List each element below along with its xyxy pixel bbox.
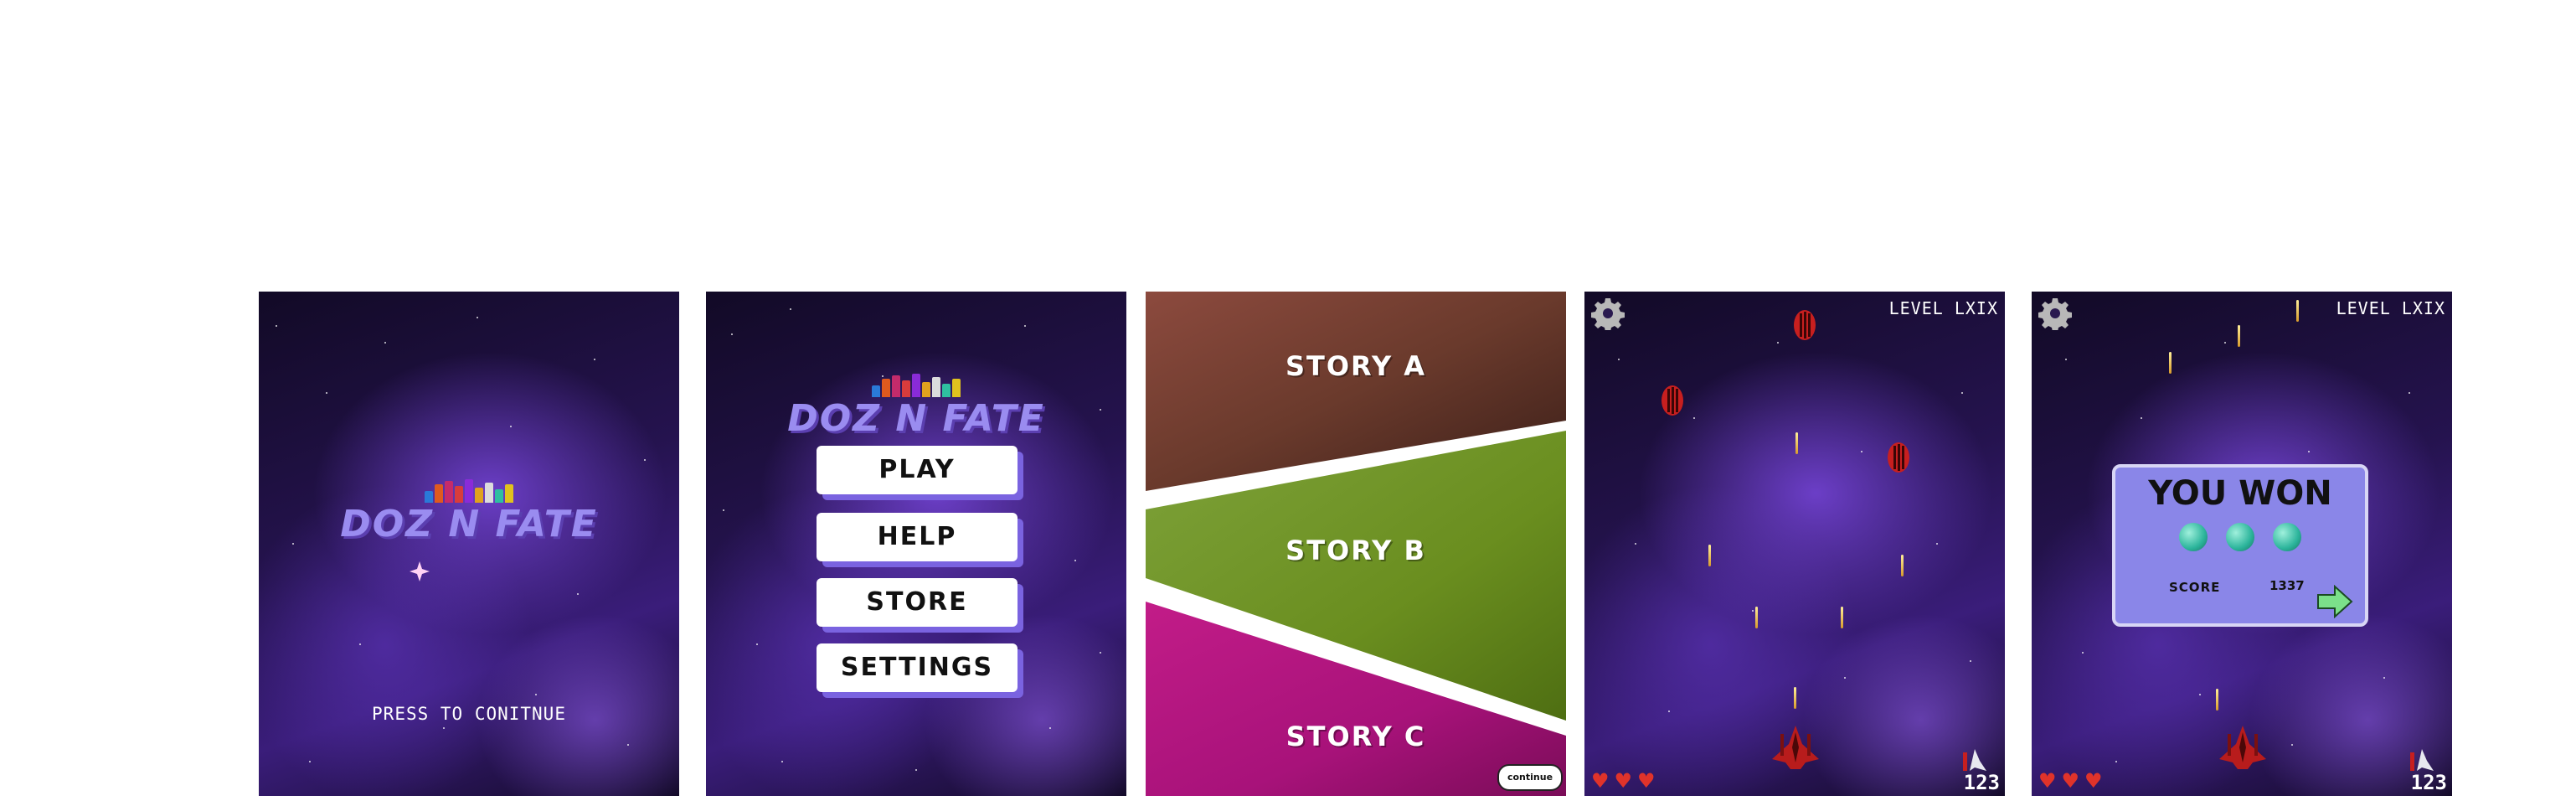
enemy-ship bbox=[1662, 385, 1683, 416]
gem-rating bbox=[2115, 523, 2365, 551]
heart-icon: ♥ bbox=[2038, 769, 2057, 793]
logo-title: DOZ N FATE bbox=[787, 397, 1045, 440]
gem-icon bbox=[2226, 523, 2254, 551]
game-logo: DOZ N FATE bbox=[306, 478, 632, 545]
title-screen-panel[interactable]: DOZ N FATE PRESS TO CONITNUE bbox=[259, 292, 679, 796]
gear-icon[interactable] bbox=[1591, 297, 1625, 330]
heart-icon: ♥ bbox=[2061, 769, 2080, 793]
gem-icon bbox=[2179, 523, 2208, 551]
player-ship bbox=[2219, 726, 2266, 769]
story-select-panel: STORY A STORY B STORY C continue bbox=[1146, 292, 1566, 796]
story-c-label[interactable]: STORY C bbox=[1146, 721, 1566, 752]
level-indicator: LEVEL LXIX bbox=[2336, 298, 2445, 318]
play-button[interactable]: PLAY bbox=[817, 446, 1018, 494]
game-logo: DOZ N FATE bbox=[753, 372, 1079, 440]
story-b-label[interactable]: STORY B bbox=[1146, 535, 1566, 566]
sparkle-icon bbox=[410, 561, 430, 581]
logo-title: DOZ N FATE bbox=[340, 503, 598, 545]
heart-icon: ♥ bbox=[2084, 769, 2103, 793]
lives-indicator: ♥ ♥ ♥ bbox=[1591, 771, 1656, 791]
story-a-label[interactable]: STORY A bbox=[1146, 350, 1566, 382]
ammo-counter: 123 bbox=[1963, 771, 2000, 794]
logo-characters bbox=[306, 478, 632, 503]
win-screen-panel: LEVEL LXIX YOU WON SCORE 1337 ♥ ♥ ♥ 123 bbox=[2032, 292, 2452, 796]
enemy-ship bbox=[1794, 310, 1816, 340]
win-dialog: YOU WON SCORE 1337 bbox=[2112, 464, 2368, 627]
heart-icon: ♥ bbox=[1591, 769, 1610, 793]
heart-icon: ♥ bbox=[1637, 769, 1656, 793]
level-indicator: LEVEL LXIX bbox=[1888, 298, 1998, 318]
continue-button[interactable]: continue bbox=[1497, 764, 1563, 791]
score-value: 1337 bbox=[2269, 578, 2305, 593]
main-menu-panel: DOZ N FATE PLAY HELP STORE SETTINGS bbox=[706, 292, 1126, 796]
settings-button[interactable]: SETTINGS bbox=[817, 643, 1018, 692]
score-label: SCORE bbox=[2169, 580, 2221, 595]
gameplay-panel: LEVEL LXIX ♥ ♥ ♥ 123 bbox=[1584, 292, 2005, 796]
arrow-right-icon[interactable] bbox=[2316, 585, 2353, 618]
ammo-counter: 123 bbox=[2410, 771, 2447, 794]
enemy-ship bbox=[1888, 442, 1909, 473]
logo-characters bbox=[753, 372, 1079, 397]
store-button[interactable]: STORE bbox=[817, 578, 1018, 627]
help-button[interactable]: HELP bbox=[817, 513, 1018, 561]
press-to-continue-prompt[interactable]: PRESS TO CONITNUE bbox=[259, 704, 679, 724]
lives-indicator: ♥ ♥ ♥ bbox=[2038, 771, 2103, 791]
win-title: YOU WON bbox=[2148, 474, 2332, 513]
player-ship bbox=[1772, 726, 1819, 769]
gear-icon[interactable] bbox=[2038, 297, 2072, 330]
heart-icon: ♥ bbox=[1614, 769, 1633, 793]
gem-icon bbox=[2273, 523, 2301, 551]
